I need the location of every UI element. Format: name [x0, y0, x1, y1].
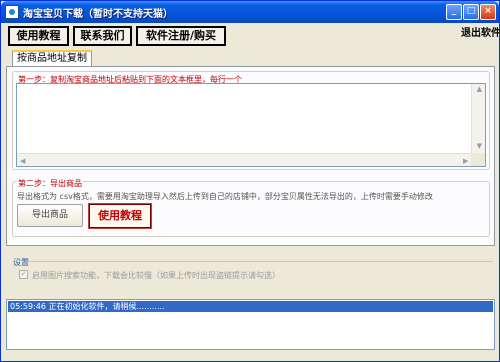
scroll-up-icon[interactable]: ▲: [477, 85, 482, 93]
register-buy-button[interactable]: 软件注册/购买: [136, 26, 226, 46]
maximize-button[interactable]: □: [463, 4, 479, 20]
image-search-checkbox[interactable]: ✓: [19, 270, 28, 279]
settings-divider: [27, 261, 493, 262]
scroll-right-icon[interactable]: ▶: [463, 157, 468, 165]
title-bar[interactable]: 淘宝宝贝下载（暂时不支持天猫） _ □ ×: [1, 1, 499, 23]
toolbar: 使用教程 联系我们 软件注册/购买 退出软件: [4, 24, 500, 49]
step2-title: 第二步：导出商品: [17, 178, 83, 189]
settings-label: 设置: [13, 258, 29, 267]
url-textarea[interactable]: ▲ ▼ ◀ ▶: [16, 83, 486, 167]
minimize-button[interactable]: _: [446, 4, 462, 20]
log-entry[interactable]: 05:59:46 正在初始化软件，请稍候...........: [8, 301, 493, 312]
export-description: 导出格式为 csv格式，需要用淘宝助理导入然后上传到自己的店铺中，部分宝贝属性无…: [17, 192, 433, 201]
scrollbar-corner: [471, 153, 485, 166]
horizontal-scrollbar[interactable]: ◀ ▶: [17, 153, 473, 166]
tab-copy-by-url[interactable]: 按商品地址复制: [12, 50, 92, 67]
export-products-button[interactable]: 导出商品: [17, 204, 83, 227]
tutorial-button-secondary[interactable]: 使用教程: [88, 203, 152, 229]
app-window: 淘宝宝贝下载（暂时不支持天猫） _ □ × 使用教程 联系我们 软件注册/购买 …: [0, 0, 500, 362]
window-title: 淘宝宝贝下载（暂时不支持天猫）: [23, 9, 173, 20]
image-search-checkbox-label: 启用图片搜索功能，下载会比较慢（如果上传时出现盗链提示请勾选）: [32, 271, 280, 280]
scroll-down-icon[interactable]: ▼: [477, 142, 482, 150]
vertical-scrollbar[interactable]: ▲ ▼: [471, 84, 485, 154]
tutorial-button[interactable]: 使用教程: [8, 26, 69, 46]
close-button[interactable]: ×: [480, 4, 496, 20]
app-icon: [5, 5, 19, 19]
scroll-left-icon[interactable]: ◀: [20, 157, 25, 165]
status-bar: [1, 352, 499, 361]
step2-group: [12, 181, 490, 237]
exit-button[interactable]: 退出软件: [461, 26, 500, 46]
contact-button[interactable]: 联系我们: [73, 26, 132, 46]
log-list[interactable]: 05:59:46 正在初始化软件，请稍候...........: [6, 299, 495, 350]
